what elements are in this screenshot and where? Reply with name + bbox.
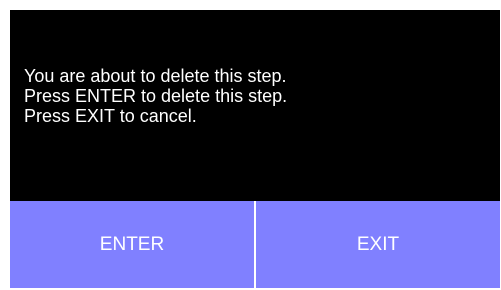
confirmation-message: You are about to delete this step. Press… (24, 66, 287, 126)
enter-button[interactable]: ENTER (10, 201, 254, 288)
exit-button[interactable]: EXIT (256, 201, 500, 288)
message-line-1: You are about to delete this step. (24, 66, 287, 86)
delete-step-dialog: You are about to delete this step. Press… (10, 10, 500, 288)
message-line-2: Press ENTER to delete this step. (24, 86, 288, 106)
message-line-3: Press EXIT to cancel. (24, 106, 197, 126)
